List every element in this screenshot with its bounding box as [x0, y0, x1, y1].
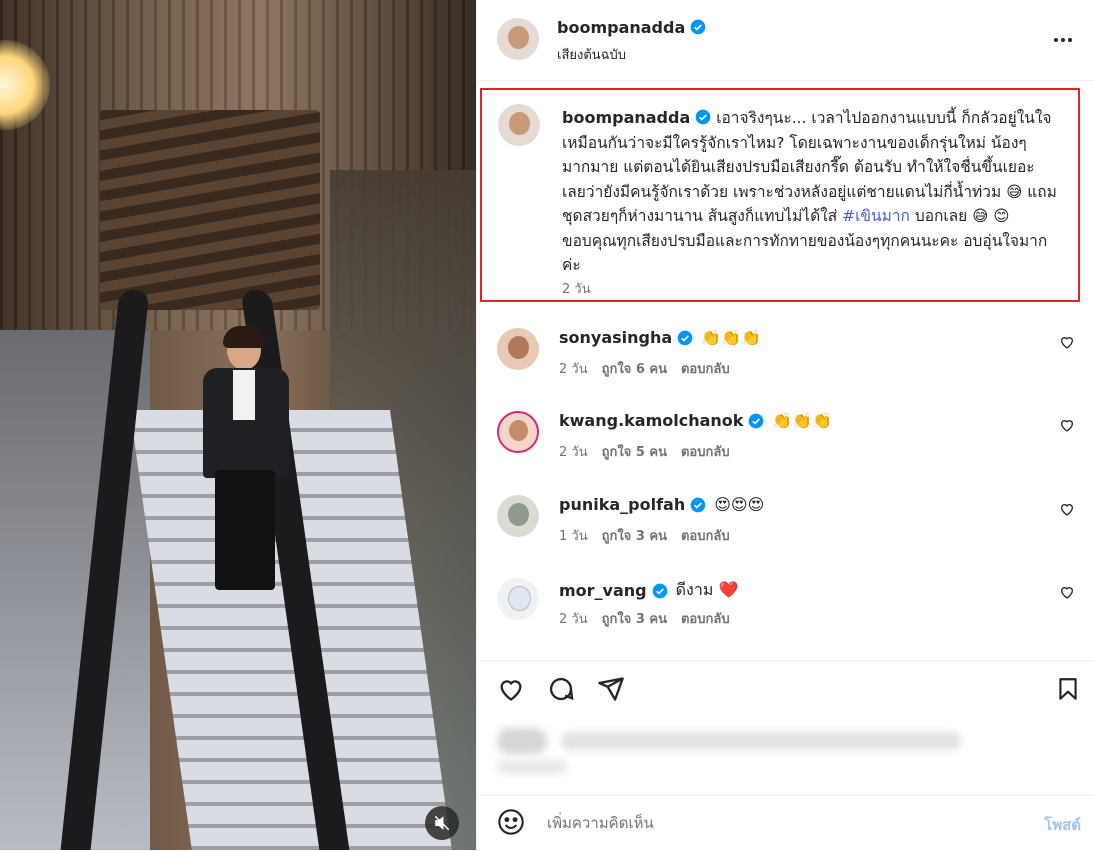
avatar[interactable]	[497, 328, 539, 370]
comment-likes[interactable]: ถูกใจ 5 คน	[602, 441, 667, 462]
ceiling-panel	[100, 110, 320, 310]
instagram-post-view: boompanadda เสียงต้นฉบับ boompanadda เอา…	[0, 0, 1094, 850]
comment-likes[interactable]: ถูกใจ 3 คน	[602, 525, 667, 546]
reply-button[interactable]: ตอบกลับ	[681, 525, 730, 546]
avatar[interactable]	[497, 578, 539, 620]
audio-subtitle[interactable]: เสียงต้นฉบับ	[557, 44, 626, 65]
comment-username[interactable]: mor_vang	[559, 581, 647, 600]
reply-button[interactable]: ตอบกลับ	[681, 608, 730, 629]
comment-time[interactable]: 2 วัน	[559, 441, 588, 462]
comment-likes[interactable]: ถูกใจ 6 คน	[602, 358, 667, 379]
comment-icon[interactable]	[547, 675, 575, 707]
reply-button[interactable]: ตอบกลับ	[681, 358, 730, 379]
comment-item: mor_vang ดีงาม ❤️ 2 วัน ถูกใจ 3 คน ตอบกลับ	[477, 572, 1094, 652]
post-header: boompanadda เสียงต้นฉบับ	[477, 0, 1094, 81]
post-comment-button[interactable]: โพสต์	[1044, 813, 1081, 837]
post-side-panel: boompanadda เสียงต้นฉบับ boompanadda เอา…	[476, 0, 1094, 850]
avatar[interactable]	[497, 18, 539, 60]
more-options-icon[interactable]	[1051, 28, 1075, 56]
heart-icon[interactable]	[1059, 334, 1075, 354]
comment-text: ดีงาม ❤️	[675, 580, 739, 599]
caption-highlight: boompanadda เอาจริงๆนะ... เวลาไปออกงานแบ…	[480, 88, 1080, 302]
avatar[interactable]	[497, 495, 539, 537]
verified-badge-icon	[652, 583, 667, 598]
post-video[interactable]	[0, 0, 476, 850]
comment-time[interactable]: 2 วัน	[559, 358, 588, 379]
add-comment-bar: โพสต์	[477, 795, 1094, 851]
heart-icon[interactable]	[1059, 501, 1075, 521]
caption-text: boompanadda เอาจริงๆนะ... เวลาไปออกงานแบ…	[562, 106, 1062, 278]
woman-figure	[195, 326, 295, 600]
comment-item: kwang.kamolchanok 👏👏👏 2 วัน ถูกใจ 5 คน ตอบก…	[477, 405, 1094, 485]
caption-username[interactable]: boompanadda	[562, 108, 690, 127]
comment-time[interactable]: 2 วัน	[559, 608, 588, 629]
heart-icon[interactable]	[497, 675, 525, 707]
heart-icon[interactable]	[1059, 417, 1075, 437]
bookmark-icon[interactable]	[1055, 675, 1081, 707]
verified-badge-icon	[690, 19, 706, 35]
comment-item: punika_polfah 😍😍😍 1 วัน ถูกใจ 3 คน ตอบกลับ	[477, 489, 1094, 569]
verified-badge-icon	[749, 413, 764, 428]
comment-item: sonyasingha 👏👏👏 2 วัน ถูกใจ 6 คน ตอบกลับ	[477, 322, 1094, 402]
post-action-bar	[477, 660, 1094, 717]
hashtag-link[interactable]: #เขินมาก	[842, 207, 910, 225]
comment-likes[interactable]: ถูกใจ 3 คน	[602, 608, 667, 629]
comment-username[interactable]: sonyasingha	[559, 328, 672, 347]
comment-text: 👏👏👏	[772, 411, 833, 430]
comment-time[interactable]: 1 วัน	[559, 525, 588, 546]
verified-badge-icon	[690, 497, 706, 512]
mute-icon[interactable]	[425, 806, 459, 840]
caption-timestamp[interactable]: 2 วัน	[562, 278, 591, 299]
verified-badge-icon	[695, 109, 711, 125]
verified-badge-icon	[677, 330, 693, 345]
heart-icon[interactable]	[1059, 584, 1075, 604]
comment-input[interactable]	[545, 806, 999, 840]
avatar[interactable]	[497, 411, 539, 453]
liked-by-blurred	[497, 720, 967, 780]
avatar[interactable]	[498, 104, 540, 146]
reply-button[interactable]: ตอบกลับ	[681, 441, 730, 462]
author-username[interactable]: boompanadda	[557, 18, 706, 37]
comment-username[interactable]: punika_polfah	[559, 495, 685, 514]
comment-text: 😍😍😍	[714, 495, 765, 514]
share-icon[interactable]	[597, 675, 625, 707]
comment-username[interactable]: kwang.kamolchanok	[559, 411, 743, 430]
emoji-icon[interactable]	[497, 808, 525, 840]
comment-text: 👏👏👏	[701, 328, 761, 347]
